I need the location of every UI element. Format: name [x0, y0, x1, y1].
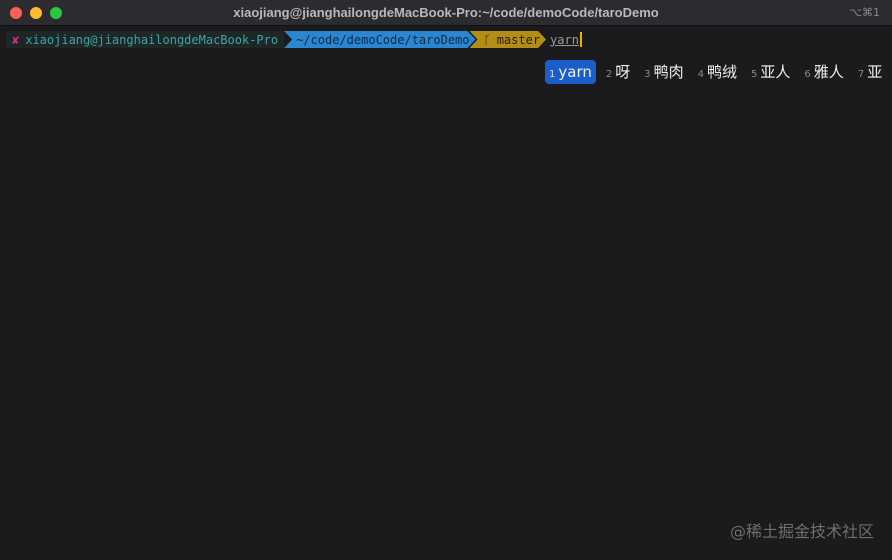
ime-candidate[interactable]: 3 鸭肉	[640, 58, 687, 85]
zoom-button[interactable]	[50, 7, 62, 19]
command-input[interactable]: yarn	[550, 33, 579, 47]
git-branch: master	[496, 32, 541, 47]
ime-candidate[interactable]: 2呀	[602, 58, 634, 85]
candidate-number: 2	[605, 69, 613, 80]
candidate-number: 5	[751, 69, 758, 80]
prompt-git-segment: ᚴ master	[470, 31, 547, 48]
candidate-text: yarn	[558, 62, 592, 81]
ime-candidate[interactable]: 7亚	[854, 58, 886, 85]
git-branch-icon: ᚴ	[483, 32, 491, 47]
prompt-path-segment: ~/code/demoCode/taroDemo	[284, 31, 475, 48]
window-controls	[10, 7, 62, 19]
shell-prompt: ✘ xiaojiang@jianghailongdeMacBook-Pro ~/…	[6, 31, 582, 48]
text-cursor	[579, 32, 582, 47]
window-title: xiaojiang@jianghailongdeMacBook-Pro:~/co…	[233, 5, 659, 20]
ime-candidate[interactable]: 1 yarn	[545, 59, 596, 84]
candidate-text: 雅人	[813, 63, 844, 81]
error-status-icon: ✘	[12, 32, 20, 47]
candidate-text: 亚	[867, 63, 883, 81]
candidate-number: 3	[644, 69, 651, 80]
candidate-text: 亚人	[760, 63, 791, 81]
ime-candidate[interactable]: 6 雅人	[800, 58, 847, 85]
user-host: xiaojiang@jianghailongdeMacBook-Pro	[25, 32, 279, 47]
candidate-text: 鸭绒	[707, 63, 738, 81]
ime-candidate-bar: 1 yarn 2呀 3 鸭肉 4 鸭绒 5 亚人 6 雅人 7亚	[545, 58, 892, 85]
candidate-number: 4	[697, 69, 705, 80]
candidate-number: 7	[857, 69, 865, 80]
minimize-button[interactable]	[30, 7, 42, 19]
ime-candidate[interactable]: 4 鸭绒	[694, 58, 741, 85]
candidate-text: 呀	[615, 63, 631, 81]
candidate-number: 1	[549, 68, 556, 80]
ime-candidate[interactable]: 5 亚人	[747, 58, 794, 85]
current-path: ~/code/demoCode/taroDemo	[296, 32, 470, 47]
candidate-number: 6	[804, 69, 811, 80]
candidate-text: 鸭肉	[653, 63, 684, 81]
window-shortcut: ⌥⌘1	[849, 6, 880, 19]
close-button[interactable]	[10, 7, 22, 19]
watermark: @稀土掘金技术社区	[729, 522, 874, 541]
prompt-context-segment: ✘ xiaojiang@jianghailongdeMacBook-Pro	[6, 31, 285, 48]
title-bar: xiaojiang@jianghailongdeMacBook-Pro:~/co…	[0, 0, 892, 26]
